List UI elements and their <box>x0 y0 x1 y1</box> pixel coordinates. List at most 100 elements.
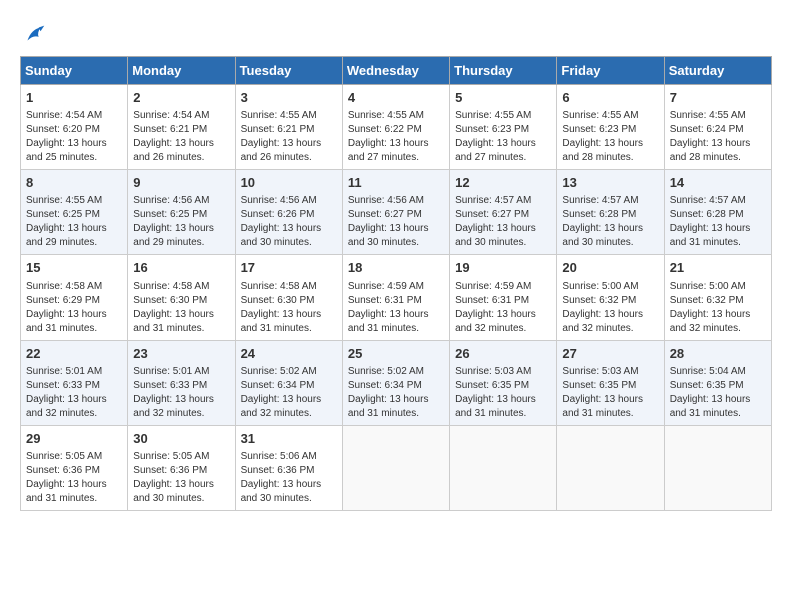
calendar-cell: 15Sunrise: 4:58 AMSunset: 6:29 PMDayligh… <box>21 255 128 340</box>
day-info: Sunset: 6:32 PM <box>562 294 658 308</box>
calendar-cell <box>664 425 771 510</box>
day-info: Sunrise: 5:01 AM <box>26 365 122 379</box>
day-info: and 28 minutes. <box>670 151 766 165</box>
day-info: Sunset: 6:25 PM <box>133 208 229 222</box>
day-info: and 31 minutes. <box>348 407 444 421</box>
day-number: 7 <box>670 89 766 107</box>
day-number: 16 <box>133 259 229 277</box>
day-info: and 31 minutes. <box>241 322 337 336</box>
day-info: and 32 minutes. <box>133 407 229 421</box>
day-info: Sunset: 6:36 PM <box>133 464 229 478</box>
day-number: 20 <box>562 259 658 277</box>
column-header-sunday: Sunday <box>21 57 128 85</box>
day-info: and 31 minutes. <box>26 492 122 506</box>
calendar-cell: 30Sunrise: 5:05 AMSunset: 6:36 PMDayligh… <box>128 425 235 510</box>
day-info: Daylight: 13 hours <box>562 137 658 151</box>
day-info: Sunrise: 4:55 AM <box>348 109 444 123</box>
day-info: Daylight: 13 hours <box>241 393 337 407</box>
day-info: Sunset: 6:20 PM <box>26 123 122 137</box>
day-info: and 29 minutes. <box>133 236 229 250</box>
day-info: Sunset: 6:28 PM <box>562 208 658 222</box>
calendar-cell: 26Sunrise: 5:03 AMSunset: 6:35 PMDayligh… <box>450 340 557 425</box>
day-info: Sunrise: 4:57 AM <box>562 194 658 208</box>
page-header <box>20 20 772 48</box>
day-info: Sunset: 6:32 PM <box>670 294 766 308</box>
calendar-cell: 18Sunrise: 4:59 AMSunset: 6:31 PMDayligh… <box>342 255 449 340</box>
day-number: 24 <box>241 345 337 363</box>
day-info: Daylight: 13 hours <box>562 393 658 407</box>
calendar-cell: 12Sunrise: 4:57 AMSunset: 6:27 PMDayligh… <box>450 170 557 255</box>
day-info: Sunrise: 5:02 AM <box>348 365 444 379</box>
calendar-cell: 21Sunrise: 5:00 AMSunset: 6:32 PMDayligh… <box>664 255 771 340</box>
day-number: 8 <box>26 174 122 192</box>
header-row: SundayMondayTuesdayWednesdayThursdayFrid… <box>21 57 772 85</box>
calendar-cell: 3Sunrise: 4:55 AMSunset: 6:21 PMDaylight… <box>235 85 342 170</box>
calendar-cell: 29Sunrise: 5:05 AMSunset: 6:36 PMDayligh… <box>21 425 128 510</box>
day-info: Sunset: 6:34 PM <box>241 379 337 393</box>
calendar-cell: 16Sunrise: 4:58 AMSunset: 6:30 PMDayligh… <box>128 255 235 340</box>
day-info: Sunset: 6:35 PM <box>670 379 766 393</box>
day-info: Daylight: 13 hours <box>562 222 658 236</box>
day-info: Sunrise: 4:54 AM <box>133 109 229 123</box>
day-info: Sunset: 6:26 PM <box>241 208 337 222</box>
day-info: Daylight: 13 hours <box>348 308 444 322</box>
day-number: 29 <box>26 430 122 448</box>
day-info: Daylight: 13 hours <box>26 137 122 151</box>
calendar-cell: 23Sunrise: 5:01 AMSunset: 6:33 PMDayligh… <box>128 340 235 425</box>
calendar-cell <box>557 425 664 510</box>
day-info: Sunset: 6:27 PM <box>455 208 551 222</box>
day-info: Sunset: 6:27 PM <box>348 208 444 222</box>
day-info: Daylight: 13 hours <box>670 308 766 322</box>
day-info: Sunset: 6:21 PM <box>133 123 229 137</box>
day-info: and 32 minutes. <box>562 322 658 336</box>
day-info: Sunset: 6:23 PM <box>562 123 658 137</box>
day-info: Sunset: 6:31 PM <box>455 294 551 308</box>
calendar-cell: 20Sunrise: 5:00 AMSunset: 6:32 PMDayligh… <box>557 255 664 340</box>
column-header-friday: Friday <box>557 57 664 85</box>
calendar-cell: 6 Sunrise: 4:55 AMSunset: 6:23 PMDaylight… <box>557 85 664 170</box>
day-number: 9 <box>133 174 229 192</box>
day-info: Sunrise: 5:06 AM <box>241 450 337 464</box>
day-number: 2 <box>133 89 229 107</box>
day-info: Sunrise: 5:02 AM <box>241 365 337 379</box>
calendar-week-row: 22Sunrise: 5:01 AMSunset: 6:33 PMDayligh… <box>21 340 772 425</box>
day-info: Sunset: 6:34 PM <box>348 379 444 393</box>
day-number: 19 <box>455 259 551 277</box>
day-info: Sunrise: 4:58 AM <box>26 280 122 294</box>
day-info: and 30 minutes. <box>241 236 337 250</box>
day-info: Daylight: 13 hours <box>348 137 444 151</box>
day-info: and 31 minutes. <box>133 322 229 336</box>
calendar-cell: 13Sunrise: 4:57 AMSunset: 6:28 PMDayligh… <box>557 170 664 255</box>
day-info: Sunset: 6:24 PM <box>670 123 766 137</box>
calendar-cell: 5Sunrise: 4:55 AMSunset: 6:23 PMDaylight… <box>450 85 557 170</box>
day-info: and 30 minutes. <box>562 236 658 250</box>
day-info: and 31 minutes. <box>348 322 444 336</box>
day-number: 1 <box>26 89 122 107</box>
day-number: 28 <box>670 345 766 363</box>
day-info: Daylight: 13 hours <box>26 222 122 236</box>
day-info: Sunrise: 4:59 AM <box>455 280 551 294</box>
day-number: 22 <box>26 345 122 363</box>
day-info: Daylight: 13 hours <box>348 222 444 236</box>
day-info: Daylight: 13 hours <box>455 393 551 407</box>
day-info: Sunset: 6:28 PM <box>670 208 766 222</box>
calendar-cell: 31Sunrise: 5:06 AMSunset: 6:36 PMDayligh… <box>235 425 342 510</box>
calendar-week-row: 29Sunrise: 5:05 AMSunset: 6:36 PMDayligh… <box>21 425 772 510</box>
day-info: and 26 minutes. <box>133 151 229 165</box>
day-info: Sunrise: 4:58 AM <box>241 280 337 294</box>
day-info: Sunrise: 4:56 AM <box>241 194 337 208</box>
day-info: and 31 minutes. <box>26 322 122 336</box>
day-info: and 25 minutes. <box>26 151 122 165</box>
day-info: Sunrise: 4:55 AM <box>562 109 658 123</box>
day-info: Sunrise: 5:00 AM <box>562 280 658 294</box>
day-info: and 32 minutes. <box>670 322 766 336</box>
day-number: 6 <box>562 89 658 107</box>
column-header-monday: Monday <box>128 57 235 85</box>
day-info: and 30 minutes. <box>348 236 444 250</box>
day-info: Sunrise: 5:03 AM <box>455 365 551 379</box>
day-number: 5 <box>455 89 551 107</box>
calendar-cell: 11Sunrise: 4:56 AMSunset: 6:27 PMDayligh… <box>342 170 449 255</box>
day-info: Sunrise: 4:58 AM <box>133 280 229 294</box>
day-info: Sunrise: 4:55 AM <box>455 109 551 123</box>
day-info: Sunrise: 5:04 AM <box>670 365 766 379</box>
